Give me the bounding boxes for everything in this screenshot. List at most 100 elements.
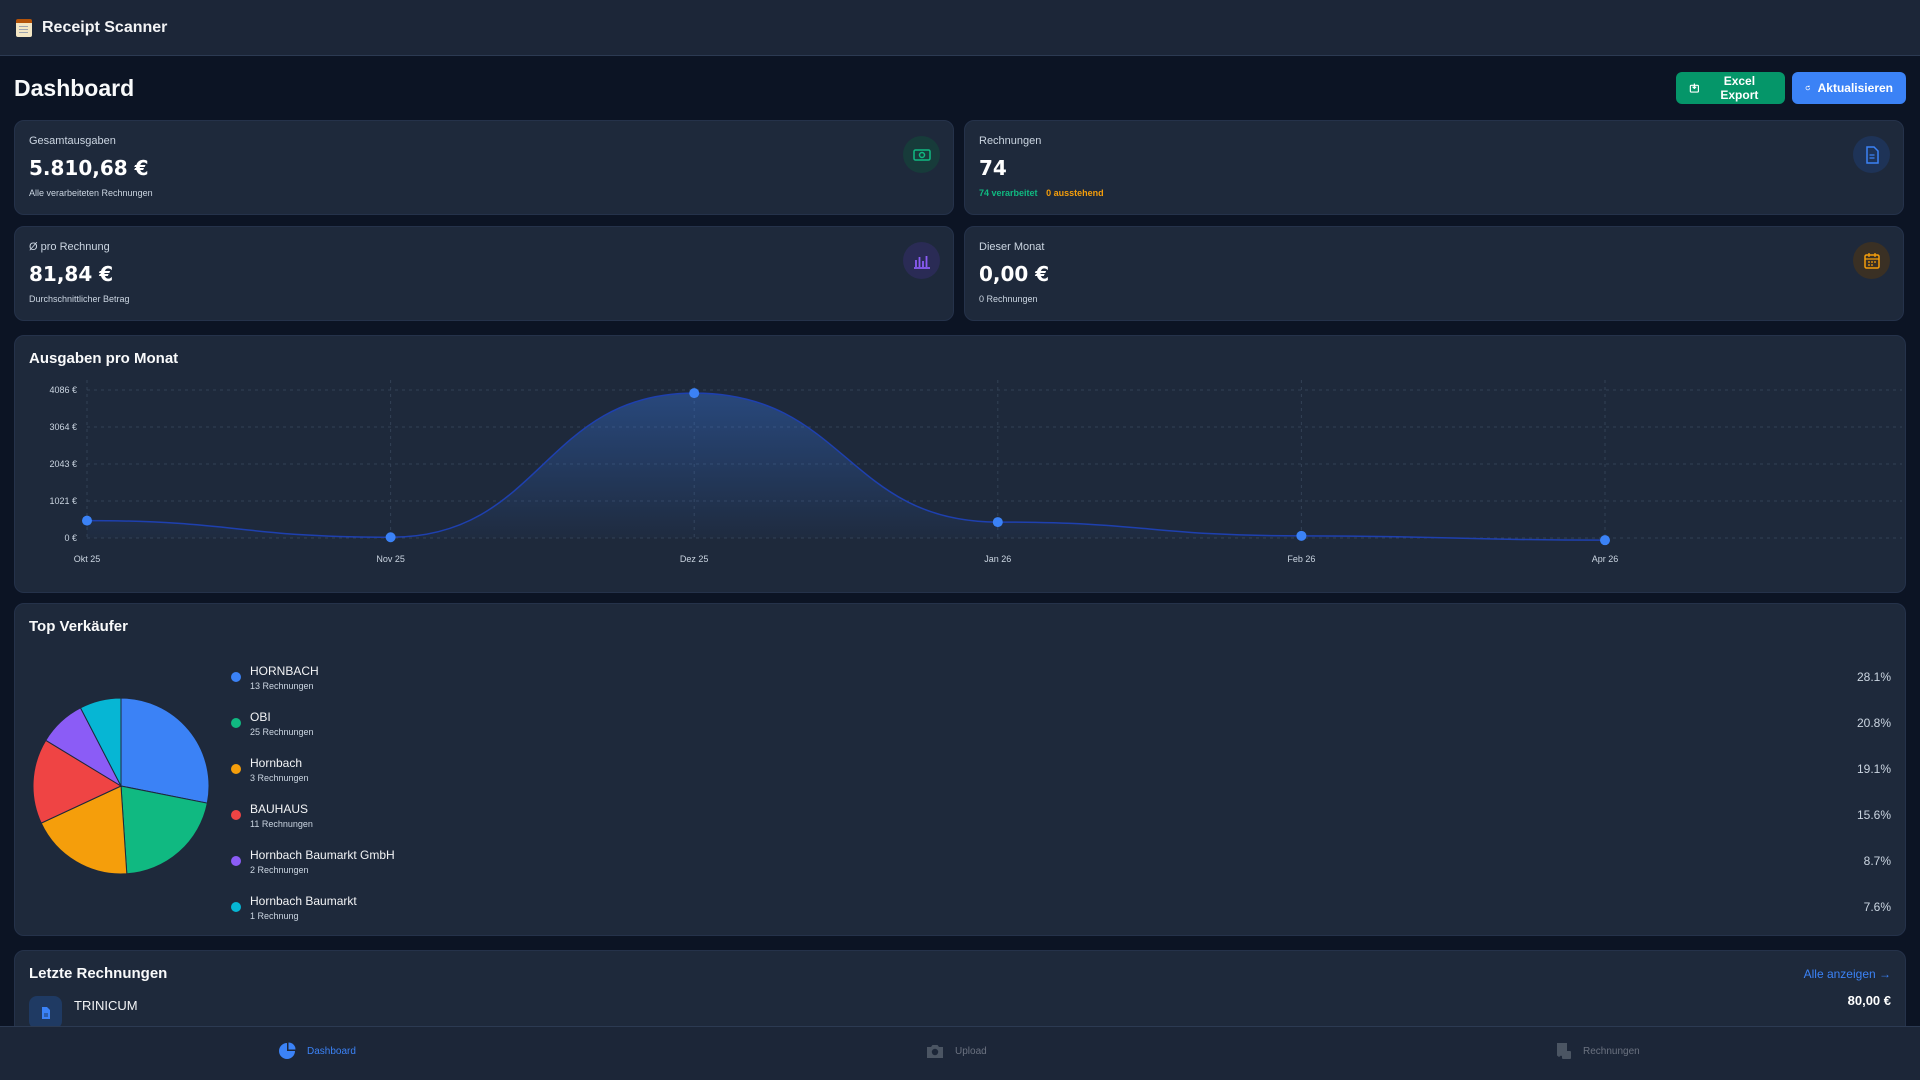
vendor-percentage: 28.1% [1856,670,1891,684]
recent-header: Letzte Rechnungen Alle anzeigen → [29,965,1891,982]
document-icon [29,996,62,1026]
vendor-count: 2 Rechnungen [250,864,309,875]
pie-slice [120,697,210,804]
x-tick-label: Nov 25 [376,554,405,564]
stat-card-total: Gesamtausgaben 5.810,68 € Alle verarbeit… [14,120,954,215]
stat-card-invoices: Rechnungen 74 74 verarbeitet 0 ausstehen… [964,120,1904,215]
vendor-name: Hornbach [250,755,303,770]
page-title: Dashboard [14,74,135,101]
vendor-pie-chart [32,697,210,875]
stat-label: Gesamtausgaben [29,135,116,147]
pending-count: 0 ausstehend [1046,188,1104,198]
vendor-name: HORNBACH [250,663,319,678]
nav-upload-label: Upload [955,1045,987,1057]
legend-dot [231,810,241,820]
app-title: Receipt Scanner [16,18,168,37]
page-header: Dashboard Excel Export Aktualisieren [14,56,1906,120]
vendor-count: 1 Rechnung [250,910,299,921]
data-point [1296,530,1307,541]
stat-label: Dieser Monat [979,241,1045,253]
invoice-vendor: TRINICUM [74,998,138,1013]
nav-invoices-label: Rechnungen [1583,1045,1640,1057]
vendor-name: Hornbach Baumarkt [250,893,357,908]
header-actions: Excel Export Aktualisieren [1676,72,1906,104]
x-tick-label: Jan 26 [984,554,1011,564]
vendor-row: Hornbach Baumarkt GmbH 2 Rechnungen 8.7% [231,838,1891,884]
show-all-link[interactable]: Alle anzeigen → [1804,967,1891,981]
stat-value: 5.810,68 € [29,156,149,180]
camera-icon [927,1045,943,1058]
recent-title: Letzte Rechnungen [29,965,168,982]
app-title-text: Receipt Scanner [42,18,168,36]
legend-dot [231,672,241,682]
vendor-percentage: 15.6% [1856,808,1891,822]
refresh-label: Aktualisieren [1817,81,1893,95]
excel-export-button[interactable]: Excel Export [1676,72,1785,104]
stat-value: 81,84 € [29,262,114,286]
vendor-row: HORNBACH 13 Rechnungen 28.1% [231,654,1891,700]
data-point [689,388,700,399]
nav-dashboard-label: Dashboard [307,1045,356,1057]
stats-grid: Gesamtausgaben 5.810,68 € Alle verarbeit… [14,120,1906,321]
vendor-name: Hornbach Baumarkt GmbH [250,847,395,862]
document-icon [1853,136,1890,173]
vendor-count: 25 Rechnungen [250,726,314,737]
vendor-percentage: 19.1% [1856,762,1891,776]
chart-canvas: 0 € 1021 € 2043 € 3064 € 4086 € Okt 25 Nov 25 D… [49,380,1902,564]
stat-subtext: 0 Rechnungen [979,294,1038,304]
vendor-list: HORNBACH 13 Rechnungen 28.1% OBI 25 Rech… [231,654,1891,930]
top-bar: Receipt Scanner [0,0,1920,56]
stat-value: 74 [979,156,1007,180]
bar-chart-icon [903,242,940,279]
stat-value: 0,00 € [979,262,1050,286]
vendor-percentage: 8.7% [1863,854,1891,868]
nav-upload[interactable]: Upload [925,1041,987,1061]
x-tick-label: Apr 26 [1592,554,1619,564]
calendar-icon [1853,242,1890,279]
y-tick-label: 0 € [64,533,77,543]
x-tick-label: Okt 25 [74,554,101,564]
recent-invoices-card: Letzte Rechnungen Alle anzeigen → TRINIC… [14,950,1906,1026]
data-point [385,532,396,543]
stat-subtext: 74 verarbeitet 0 ausstehend [979,188,1889,198]
area-fill [87,393,1605,541]
stat-label: Rechnungen [979,135,1042,147]
x-tick-label: Feb 26 [1287,554,1315,564]
excel-export-label: Excel Export [1720,74,1759,102]
receipt-icon [1557,1043,1571,1059]
y-tick-label: 3064 € [49,422,77,432]
legend-dot [231,856,241,866]
vendor-count: 3 Rechnungen [250,772,309,783]
legend-dot [231,764,241,774]
vendor-percentage: 7.6% [1863,900,1891,914]
invoice-amount: 80,00 € [1847,993,1891,1008]
stat-subtext: Durchschnittlicher Betrag [29,294,130,304]
invoice-row[interactable]: TRINICUM 80,00 € [29,993,1891,1026]
refresh-button[interactable]: Aktualisieren [1792,72,1906,104]
legend-dot [231,718,241,728]
vendor-row: Hornbach 3 Rechnungen 19.1% [231,746,1891,792]
y-tick-label: 2043 € [49,459,77,469]
stat-label: Ø pro Rechnung [29,241,110,253]
bottom-navigation: Dashboard Upload Rechnungen [0,1026,1920,1080]
vendor-name: BAUHAUS [250,801,309,816]
chart-title: Ausgaben pro Monat [29,350,179,367]
main-content: Dashboard Excel Export Aktualisieren Ges… [14,56,1906,1026]
stat-card-month: Dieser Monat 0,00 € 0 Rechnungen [964,226,1904,321]
vendor-row: BAUHAUS 11 Rechnungen 15.6% [231,792,1891,838]
data-point [82,515,92,526]
y-tick-label: 1021 € [49,496,77,506]
money-icon [903,136,940,173]
nav-invoices[interactable]: Rechnungen [1553,1041,1640,1061]
processed-count: 74 verarbeitet [979,188,1038,198]
vendor-row: OBI 25 Rechnungen 20.8% [231,700,1891,746]
stat-card-average: Ø pro Rechnung 81,84 € Durchschnittliche… [14,226,954,321]
receipt-icon [16,18,32,37]
nav-dashboard[interactable]: Dashboard [277,1041,356,1061]
vendor-count: 13 Rechnungen [250,680,314,691]
monthly-spending-chart: 0 € 1021 € 2043 € 3064 € 4086 € Okt 25 Nov 25 D… [14,335,1906,593]
vendor-name: OBI [250,709,271,724]
legend-dot [231,902,241,912]
vendor-percentage: 20.8% [1856,716,1891,730]
y-tick-label: 4086 € [49,385,77,395]
